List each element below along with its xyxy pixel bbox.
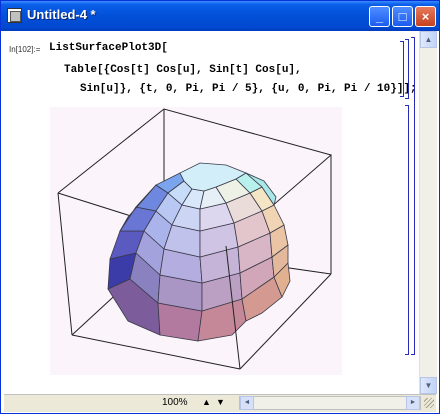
code-line-3[interactable]: Sin[u]}, {t, 0, Pi, Pi / 5}, {u, 0, Pi, …: [80, 83, 417, 95]
scroll-right-button[interactable]: ►: [406, 396, 420, 410]
close-button[interactable]: ×: [415, 6, 436, 27]
maximize-button[interactable]: □: [392, 6, 413, 27]
notebook-window: Untitled-4 * _ □ × In[102]:= ListSurface…: [0, 0, 440, 414]
hemisphere-plot-svg: [57, 108, 333, 370]
zoom-level[interactable]: 100%: [162, 397, 188, 408]
status-bar: 100% ▲ ▼ ◄ ►: [4, 394, 436, 412]
scroll-down-button[interactable]: ▼: [420, 377, 437, 394]
minimize-button[interactable]: _: [369, 6, 390, 27]
code-line-1[interactable]: ListSurfacePlot3D[: [49, 42, 168, 54]
code-line-2[interactable]: Table[{Cos[t] Cos[u], Sin[t] Cos[u],: [64, 64, 302, 76]
input-cell-bracket[interactable]: [400, 41, 404, 97]
title-bar[interactable]: Untitled-4 * _ □ ×: [1, 1, 439, 31]
surface-plot-graphic[interactable]: [50, 107, 342, 375]
zoom-increase-icon[interactable]: ▼: [216, 397, 225, 407]
vertical-scrollbar[interactable]: ▲ ▼: [419, 31, 437, 394]
group-cell-bracket[interactable]: [405, 39, 409, 99]
scroll-left-button[interactable]: ◄: [240, 396, 254, 410]
mathematica-app-icon[interactable]: [7, 8, 22, 23]
horizontal-scrollbar[interactable]: ◄ ►: [239, 396, 421, 410]
resize-grip-icon[interactable]: [424, 398, 434, 408]
zoom-decrease-icon[interactable]: ▲: [202, 397, 211, 407]
input-label: In[102]:=: [9, 45, 41, 54]
notebook-content[interactable]: In[102]:= ListSurfacePlot3D[ Table[{Cos[…: [4, 31, 419, 394]
outer-cell-bracket[interactable]: [411, 37, 415, 355]
output-cell-bracket[interactable]: [405, 105, 409, 355]
scroll-up-button[interactable]: ▲: [420, 31, 437, 48]
window-title: Untitled-4 *: [27, 7, 96, 22]
